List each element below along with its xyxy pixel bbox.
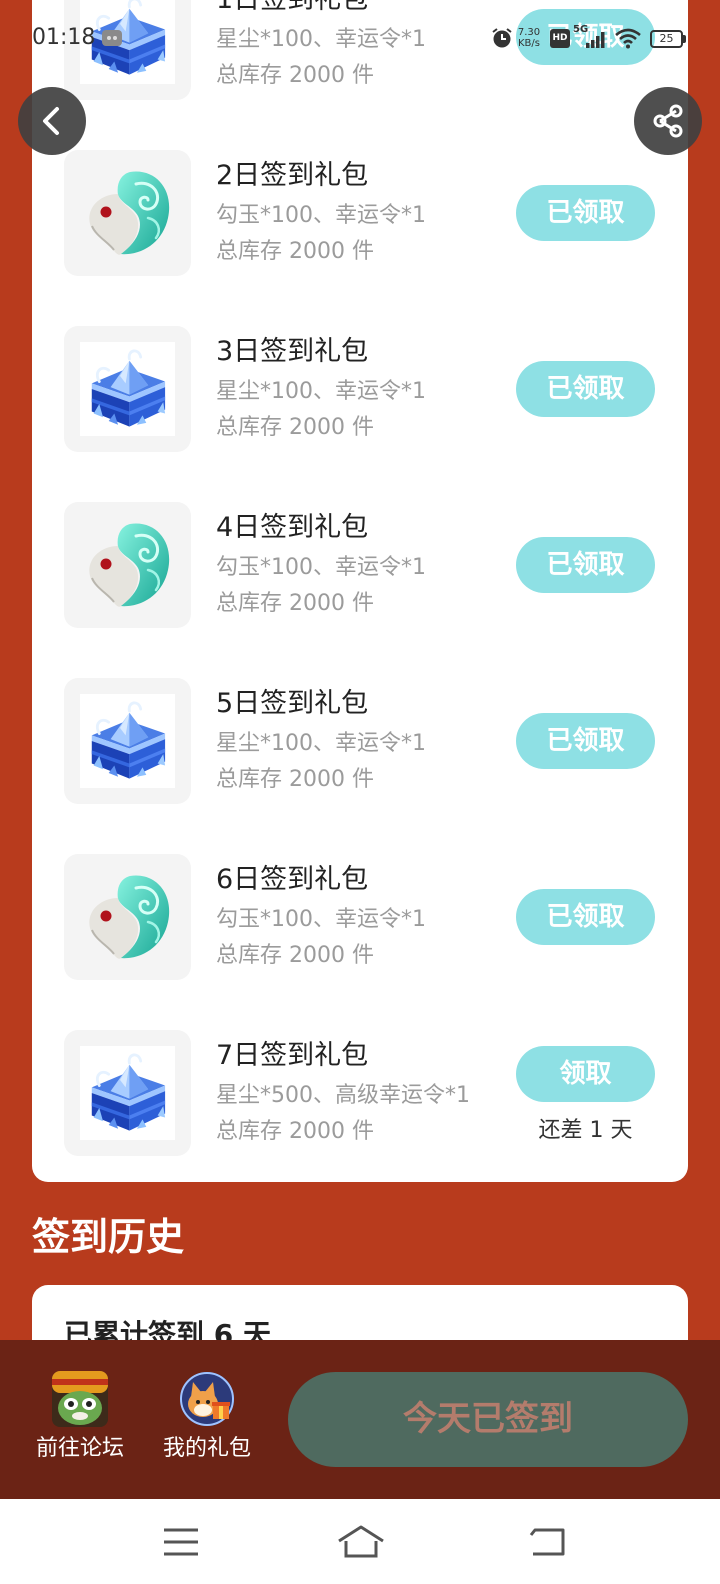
network-speed-value: 7.30 [517, 27, 541, 38]
gift-title: 7日签到礼包 [216, 1040, 369, 1071]
magatama-icon [64, 150, 191, 276]
claimed-button[interactable]: 已领取 [516, 889, 655, 945]
my-gifts-link[interactable]: 我的礼包 [151, 1435, 263, 1463]
gift-rewards: 勾玉*100、幸运令*1 [216, 203, 426, 228]
magatama-icon [64, 502, 191, 628]
network-speed-unit: KB/s [518, 38, 540, 49]
notification-icon [102, 30, 122, 46]
checkin-page: 1日签到礼包 星尘*100、幸运令*1 总库存 2000 件 已领取 2日签到礼… [0, 0, 720, 1584]
gift-stock: 总库存 2000 件 [216, 239, 374, 264]
status-bar: 01:18 7.30 KB/s HD 5G 25 [0, 0, 720, 76]
battery-indicator: 25 [650, 30, 683, 48]
gift-list-card: 1日签到礼包 星尘*100、幸运令*1 总库存 2000 件 已领取 2日签到礼… [32, 0, 688, 1182]
gift-stock: 总库存 2000 件 [216, 943, 374, 968]
hd-badge: HD [550, 29, 570, 48]
gift-rewards: 勾玉*100、幸运令*1 [216, 907, 426, 932]
magatama-icon [64, 854, 191, 980]
gift-title: 4日签到礼包 [216, 512, 369, 543]
gift-rewards: 星尘*500、高级幸运令*1 [216, 1083, 470, 1108]
gift-avatar-icon[interactable] [179, 1371, 235, 1427]
forum-link[interactable]: 前往论坛 [24, 1435, 136, 1463]
history-heading: 签到历史 [32, 1215, 185, 1259]
gift-stock: 总库存 2000 件 [216, 591, 374, 616]
signal-icon [586, 32, 605, 48]
stardust-chest-icon [64, 326, 191, 452]
back-button[interactable] [18, 87, 86, 155]
gift-title: 5日签到礼包 [216, 688, 369, 719]
days-remaining-label: 还差 1 天 [538, 1118, 633, 1143]
claimed-button[interactable]: 已领取 [516, 361, 655, 417]
stardust-chest-icon [64, 1030, 191, 1156]
claimed-button[interactable]: 已领取 [516, 537, 655, 593]
checkin-button[interactable]: 今天已签到 [288, 1372, 688, 1467]
menu-icon[interactable] [162, 1527, 200, 1557]
gift-row: 6日签到礼包 勾玉*100、幸运令*1 总库存 2000 件 已领取 [32, 830, 688, 1006]
gift-title: 3日签到礼包 [216, 336, 369, 367]
network-speed: 7.30 KB/s [514, 27, 544, 49]
bottom-action-bar: 前往论坛 我的礼包 今天已签到 [0, 1340, 720, 1499]
gift-row: 5日签到礼包 星尘*100、幸运令*1 总库存 2000 件 已领取 [32, 654, 688, 830]
claimed-button[interactable]: 已领取 [516, 185, 655, 241]
gift-rewards: 勾玉*100、幸运令*1 [216, 555, 426, 580]
game-avatar-icon[interactable] [52, 1371, 108, 1427]
gift-title: 2日签到礼包 [216, 160, 369, 191]
chevron-left-icon [43, 107, 59, 135]
system-nav-bar [0, 1499, 720, 1584]
share-button[interactable] [634, 87, 702, 155]
gift-row: 7日签到礼包 星尘*500、高级幸运令*1 总库存 2000 件 领取 还差 1… [32, 1006, 688, 1182]
alarm-icon [492, 28, 512, 48]
status-time: 01:18 [32, 25, 96, 50]
gift-title: 6日签到礼包 [216, 864, 369, 895]
gift-stock: 总库存 2000 件 [216, 767, 374, 792]
gift-rewards: 星尘*100、幸运令*1 [216, 379, 426, 404]
gift-rewards: 星尘*100、幸运令*1 [216, 731, 426, 756]
claimed-button[interactable]: 已领取 [516, 713, 655, 769]
gift-stock: 总库存 2000 件 [216, 415, 374, 440]
back-icon[interactable] [527, 1526, 569, 1558]
gift-row: 3日签到礼包 星尘*100、幸运令*1 总库存 2000 件 已领取 [32, 302, 688, 478]
gift-row: 2日签到礼包 勾玉*100、幸运令*1 总库存 2000 件 已领取 [32, 126, 688, 302]
claim-button[interactable]: 领取 [516, 1046, 655, 1102]
home-icon[interactable] [336, 1524, 386, 1560]
wifi-icon [615, 28, 641, 49]
gift-stock: 总库存 2000 件 [216, 1119, 374, 1144]
stardust-chest-icon [64, 678, 191, 804]
gift-row: 4日签到礼包 勾玉*100、幸运令*1 总库存 2000 件 已领取 [32, 478, 688, 654]
share-icon [653, 104, 683, 138]
